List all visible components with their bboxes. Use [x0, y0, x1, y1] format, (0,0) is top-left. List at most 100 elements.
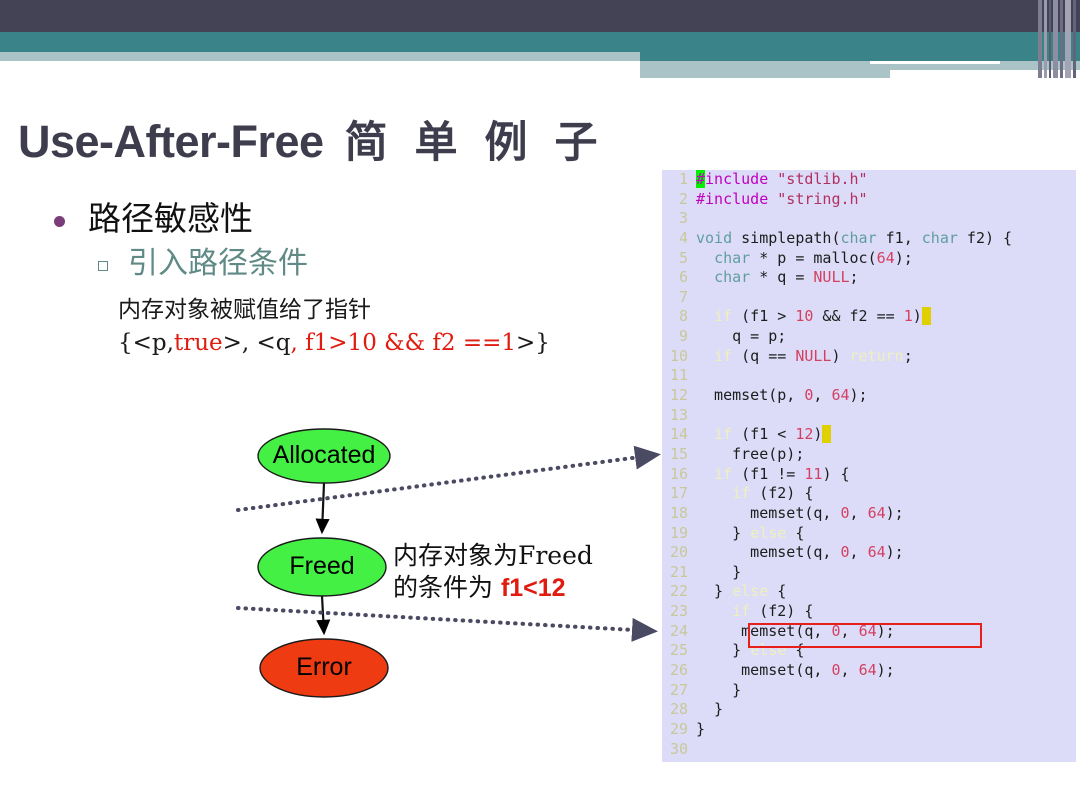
code-token: 0 — [840, 543, 850, 562]
code-line: 23 if (f2) { — [662, 602, 1076, 622]
code-token — [822, 425, 832, 444]
code-token: 12 — [795, 425, 814, 444]
flow-edge-freed-to-error — [316, 595, 331, 636]
code-token: ); — [894, 248, 913, 267]
code-token: simplepath( — [732, 228, 841, 247]
code-token: 0 — [840, 503, 850, 522]
code-token: include — [705, 170, 778, 188]
code-line: 29} — [662, 720, 1076, 740]
code-token: } — [696, 523, 751, 542]
code-token: memset(q, — [696, 621, 832, 640]
code-token: { — [786, 523, 805, 542]
code-line-number: 17 — [669, 484, 688, 503]
code-token: ) { — [822, 464, 850, 483]
flow-node-label-error: Error — [296, 653, 352, 681]
code-line: 4 void simplepath(char f1, char f2) { — [662, 229, 1076, 249]
code-line: 5 char * p = malloc(64); — [662, 249, 1076, 269]
code-token: char — [714, 268, 751, 287]
code-token: memset(p, — [696, 386, 805, 405]
code-line-number: 29 — [669, 719, 688, 738]
code-line: 26 memset(q, 0, 64); — [662, 661, 1076, 681]
code-token: 64 — [858, 661, 877, 680]
code-line-number: 4 — [678, 228, 688, 247]
code-line: 17 if (f2) { — [662, 484, 1076, 504]
code-token — [921, 307, 931, 326]
code-line-number: 11 — [669, 366, 688, 385]
code-line: 3 — [662, 209, 1076, 229]
code-token: , — [849, 503, 868, 522]
source-code-viewer[interactable]: 1 #include "stdlib.h" 2 #include "string.h"… — [662, 170, 1076, 762]
code-line-number: 25 — [669, 641, 688, 660]
code-token: && f2 == — [813, 307, 904, 326]
code-line: 14 if (f1 < 12) — [662, 425, 1076, 445]
code-token: 0 — [831, 621, 841, 640]
code-token: 64 — [876, 248, 895, 267]
code-token: "string.h" — [777, 189, 868, 208]
code-line-number: 3 — [678, 209, 688, 228]
code-token: void — [696, 228, 733, 247]
code-line-number: 9 — [678, 327, 688, 346]
flow-node-label-allocated: Allocated — [272, 441, 376, 469]
code-token: (f2) { — [750, 602, 814, 621]
code-token: if — [714, 307, 733, 326]
code-token: (f2) { — [750, 484, 814, 503]
freed-condition-annotation: 内存对象为Freed 的条件为 f1<12 — [393, 540, 593, 604]
code-token: } — [696, 562, 742, 581]
code-token: } — [696, 719, 706, 738]
code-line: 11 — [662, 366, 1076, 386]
code-token: 10 — [795, 307, 814, 326]
code-token: , — [840, 661, 859, 680]
flow-node-label-freed: Freed — [289, 552, 355, 580]
code-line-number: 21 — [669, 562, 688, 581]
code-token: NULL — [813, 268, 850, 287]
code-token: ; — [903, 346, 913, 365]
code-token: char — [921, 228, 958, 247]
code-token: #include — [696, 189, 778, 208]
code-token: ); — [885, 503, 904, 522]
code-token: memset(q, — [696, 543, 841, 562]
code-token: , — [849, 543, 868, 562]
code-line-number: 18 — [669, 503, 688, 522]
code-line: 28 } — [662, 700, 1076, 720]
code-line-number: 12 — [669, 386, 688, 405]
code-line: 15 free(p); — [662, 445, 1076, 465]
code-token: { — [786, 641, 805, 660]
code-line-number: 2 — [678, 189, 688, 208]
code-token: (f1 > — [732, 307, 796, 326]
code-line: 1 #include "stdlib.h" — [662, 170, 1076, 190]
code-token: (f1 != — [732, 464, 805, 483]
code-line-number: 16 — [669, 464, 688, 483]
code-token: 64 — [831, 386, 850, 405]
code-line: 10 if (q == NULL) return; — [662, 347, 1076, 367]
code-token: NULL — [795, 346, 832, 365]
code-line: 16 if (f1 != 11) { — [662, 465, 1076, 485]
code-token: if — [732, 602, 751, 621]
code-token: if — [714, 346, 733, 365]
code-line-number: 7 — [678, 287, 688, 306]
code-line: 12 memset(p, 0, 64); — [662, 386, 1076, 406]
code-line-number: 28 — [669, 700, 688, 719]
code-line: 20 memset(q, 0, 64); — [662, 543, 1076, 563]
code-line-number: 13 — [669, 405, 688, 424]
code-line: 18 memset(q, 0, 64); — [662, 504, 1076, 524]
code-line: 6 char * q = NULL; — [662, 268, 1076, 288]
code-token: 0 — [831, 661, 841, 680]
code-token: { — [768, 582, 787, 601]
code-token: 11 — [804, 464, 823, 483]
code-token: char — [714, 248, 751, 267]
freed-note-prefix: 的条件为 — [393, 573, 501, 602]
code-line-number: 27 — [669, 680, 688, 699]
code-token: if — [714, 425, 733, 444]
code-token: 64 — [858, 621, 877, 640]
code-line-number: 5 — [678, 248, 688, 267]
code-token: 64 — [867, 543, 886, 562]
code-line: 9 q = p; — [662, 327, 1076, 347]
code-line: 24 memset(q, 0, 64); — [662, 622, 1076, 642]
code-token: else — [750, 523, 787, 542]
code-line-number: 19 — [669, 523, 688, 542]
code-line-number: 30 — [669, 739, 688, 758]
code-token: if — [732, 484, 751, 503]
code-token: ; — [849, 268, 859, 287]
